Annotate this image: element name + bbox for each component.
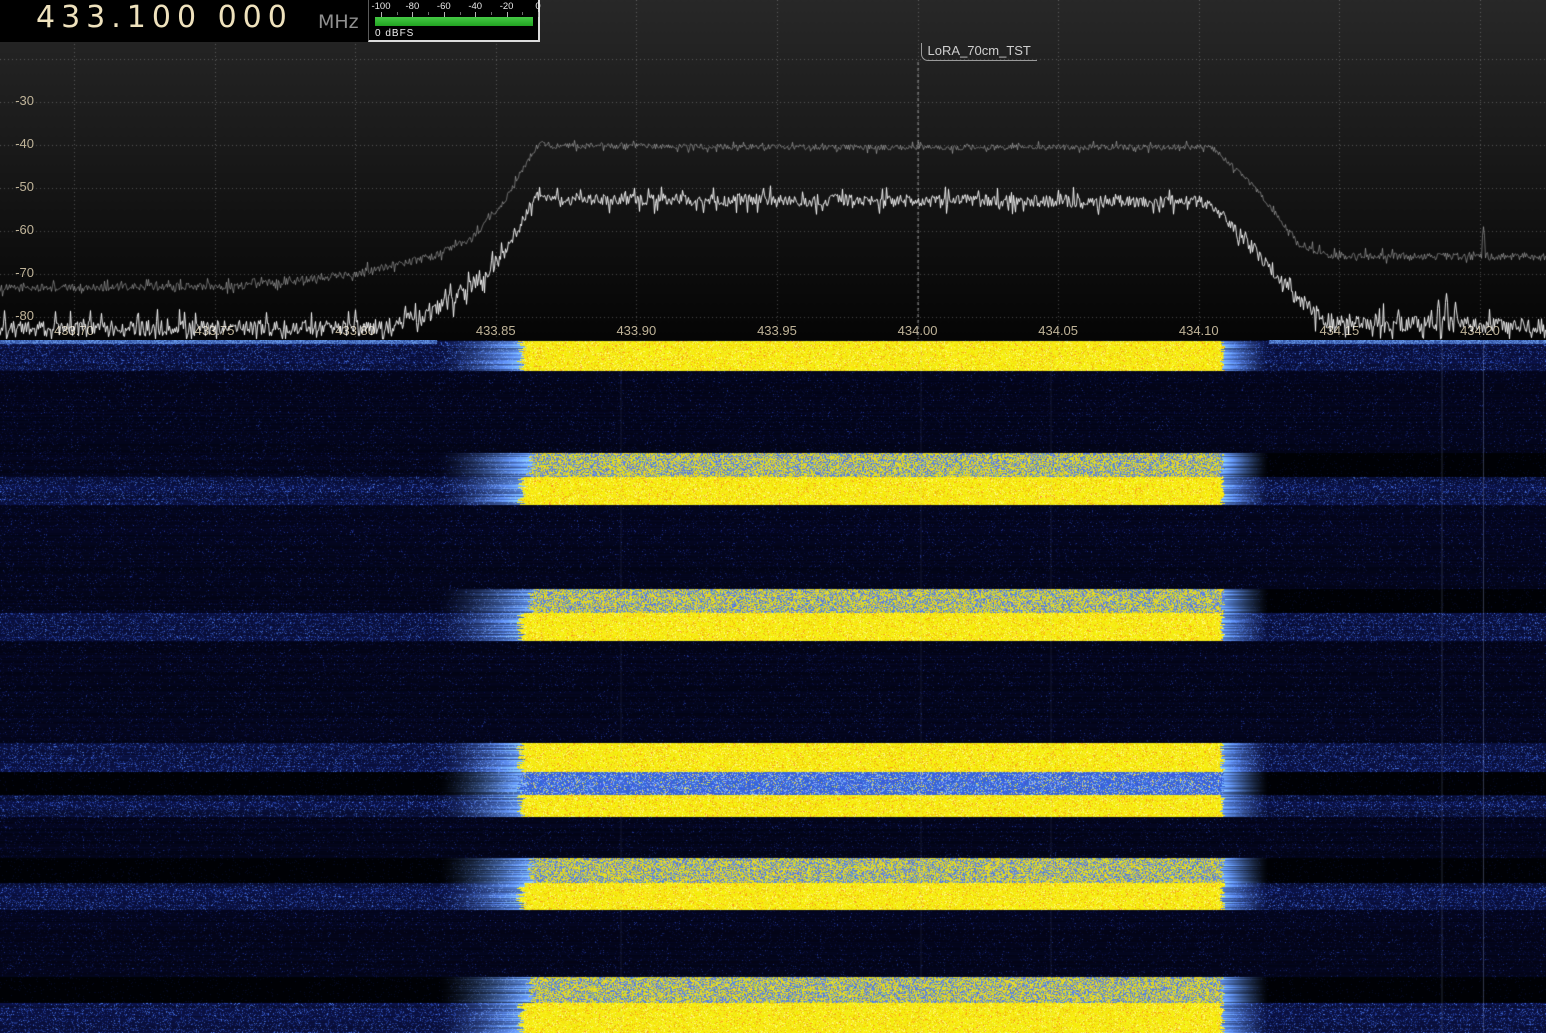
- meter-reading: 0 dBFS: [375, 28, 414, 39]
- meter-tick: [428, 12, 429, 15]
- meter-scale-label: -20: [490, 1, 524, 12]
- sdr-app-window: -30-40-50-60-70-80 433.70433.75433.80433…: [0, 0, 1546, 1033]
- meter-tick: [522, 12, 523, 15]
- frequency-display[interactable]: 433.100 000 MHz: [0, 0, 368, 42]
- meter-scale-label: -80: [395, 1, 429, 12]
- signal-strength-meter: -100-80-60-40-200 0 dBFS: [368, 0, 540, 42]
- frequency-value[interactable]: 433.100 000: [36, 0, 293, 35]
- meter-scale-label: -40: [458, 1, 492, 12]
- meter-tick: [460, 12, 461, 15]
- meter-tick: [538, 12, 539, 17]
- top-bar: 433.100 000 MHz -100-80-60-40-200 0 dBFS: [0, 0, 540, 42]
- meter-scale-label: -60: [427, 1, 461, 12]
- meter-bar: [375, 17, 533, 26]
- frequency-unit-label: MHz: [318, 11, 359, 33]
- meter-tick: [397, 12, 398, 15]
- waterfall-display[interactable]: [0, 340, 1546, 1033]
- bookmark-label: LoRA_70cm_TST: [928, 43, 1031, 58]
- bookmark-tag[interactable]: LoRA_70cm_TST: [921, 43, 1037, 61]
- meter-scale-label: 0: [521, 1, 555, 12]
- meter-tick: [491, 12, 492, 15]
- meter-scale-label: -100: [364, 1, 398, 12]
- spectrum-plot[interactable]: [0, 0, 1546, 340]
